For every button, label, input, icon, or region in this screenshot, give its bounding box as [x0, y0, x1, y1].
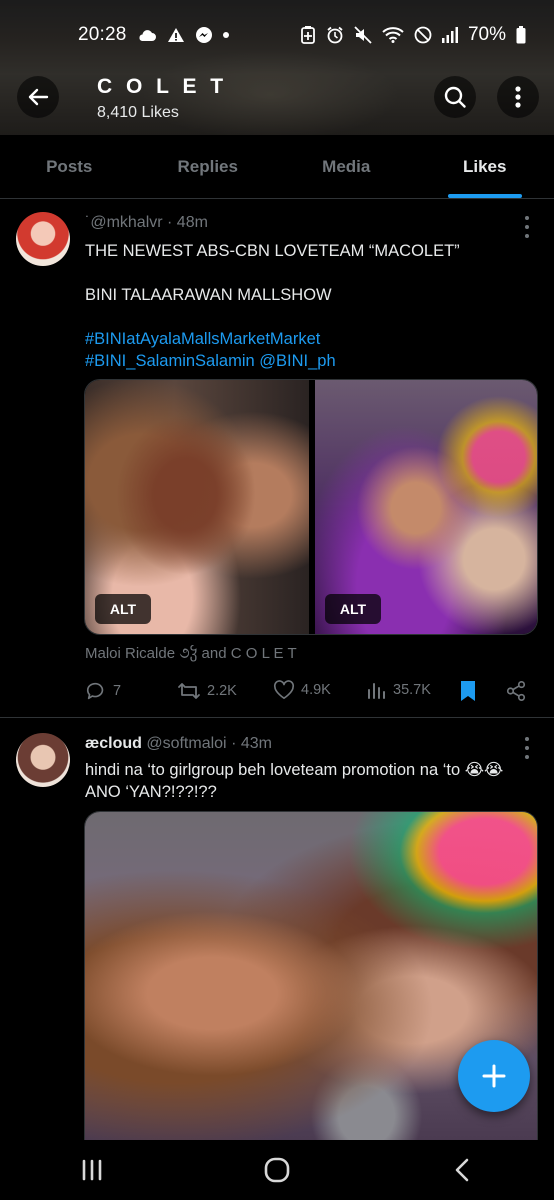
system-navigation-bar	[0, 1140, 554, 1200]
views-count: 35.7K	[393, 682, 431, 698]
vertical-dots-icon	[515, 86, 521, 108]
tweet-header: æcloud @softmaloi · 43m	[85, 735, 272, 753]
hashtag-link[interactable]: #BINI_SalaminSalamin	[85, 352, 255, 370]
nav-back-button[interactable]	[432, 1158, 492, 1182]
warning-icon	[167, 28, 184, 42]
tab-replies[interactable]: Replies	[139, 135, 278, 198]
recent-apps-button[interactable]	[62, 1159, 122, 1181]
mute-icon	[354, 26, 372, 44]
tweet-header: ˙@mkhalvr · 48m	[85, 214, 208, 232]
profile-header: C O L E T 8,410 Likes	[0, 62, 554, 132]
tab-posts[interactable]: Posts	[0, 135, 139, 198]
tweet-more-button[interactable]	[522, 216, 532, 238]
recent-apps-icon	[83, 1159, 102, 1181]
home-icon	[264, 1157, 290, 1183]
battery-percent: 70%	[467, 24, 506, 45]
repost-icon	[178, 683, 200, 699]
plus-icon	[482, 1064, 506, 1088]
views-icon	[368, 683, 385, 699]
tweet-media-grid: ALT ALT	[84, 379, 538, 635]
chevron-left-icon	[455, 1158, 468, 1182]
arrow-left-icon	[28, 88, 49, 106]
alarm-icon	[327, 26, 343, 44]
battery-saver-icon	[301, 26, 315, 44]
profile-tabs: Posts Replies Media Likes	[0, 135, 554, 199]
tab-media[interactable]: Media	[277, 135, 416, 198]
search-button[interactable]	[434, 76, 476, 118]
reply-icon	[86, 682, 104, 700]
repost-count: 2.2K	[207, 683, 237, 699]
tweet-time: · 43m	[231, 735, 272, 752]
liked-by-text[interactable]: Maloi Ricalde ૭ჴ and C O L E T	[85, 644, 297, 662]
like-count: 4.9K	[301, 682, 331, 698]
messenger-icon	[195, 27, 212, 43]
tweet-text-line-1: hindi na ‘to girlgroup beh loveteam prom…	[85, 761, 504, 779]
status-bar-right: 70%	[300, 24, 526, 46]
status-bar-left: 20:28	[78, 24, 229, 46]
tweet-image[interactable]: ALT	[85, 380, 309, 634]
likes-count: 8,410 Likes	[97, 104, 179, 121]
signal-icon	[441, 27, 458, 43]
tweet-text-line-2: ANO ‘YAN?!??!??	[85, 783, 217, 801]
tweet-display-name[interactable]: æcloud	[85, 735, 142, 752]
tweet-text-line-1: THE NEWEST ABS-CBN LOVETEAM “MACOLET”	[85, 242, 460, 260]
more-options-button[interactable]	[497, 76, 539, 118]
mention-link[interactable]: @BINI_ph	[259, 352, 335, 370]
repost-button[interactable]: 2.2K	[177, 680, 237, 702]
share-icon	[506, 681, 526, 701]
reply-button[interactable]: 7	[85, 680, 121, 702]
views-button[interactable]: 35.7K	[367, 680, 431, 700]
tweet[interactable]: ˙@mkhalvr · 48m THE NEWEST ABS-CBN LOVET…	[0, 200, 554, 718]
cloud-icon	[139, 30, 156, 41]
compose-button[interactable]	[458, 1040, 530, 1112]
tweet-text-line-2: BINI TALAARAWAN MALLSHOW	[85, 286, 332, 304]
tab-likes[interactable]: Likes	[416, 135, 554, 198]
tweet-more-button[interactable]	[522, 737, 532, 759]
tweet-image[interactable]: ALT	[315, 380, 537, 634]
reply-count: 7	[113, 683, 122, 699]
status-time: 20:28	[78, 24, 127, 45]
status-bar: 20:28 70%	[0, 0, 554, 70]
do-not-disturb-icon	[414, 26, 432, 44]
search-icon	[444, 86, 466, 108]
tweet-handle[interactable]: @softmaloi	[146, 735, 226, 752]
like-button[interactable]: 4.9K	[273, 680, 331, 700]
hashtag-link[interactable]: #BINIatAyalaMallsMarketMarket	[85, 328, 320, 350]
back-button[interactable]	[17, 76, 59, 118]
tweet-handle[interactable]: ˙@mkhalvr	[85, 214, 163, 231]
wifi-icon	[382, 27, 404, 43]
bookmark-filled-icon	[461, 681, 475, 701]
alt-badge[interactable]: ALT	[95, 594, 151, 624]
battery-icon	[516, 26, 526, 44]
share-button[interactable]	[505, 680, 527, 702]
profile-name: C O L E T	[97, 75, 228, 98]
tweet-links-line: #BINI_SalaminSalamin @BINI_ph	[85, 350, 336, 372]
dot-icon	[222, 32, 229, 38]
alt-badge[interactable]: ALT	[325, 594, 381, 624]
heart-icon	[273, 680, 295, 699]
tweet-time: · 48m	[167, 214, 208, 231]
home-button[interactable]	[247, 1157, 307, 1183]
avatar[interactable]	[16, 733, 70, 787]
bookmark-button[interactable]	[459, 680, 477, 702]
avatar[interactable]	[16, 212, 70, 266]
tweet-actions: 7 2.2K 4.9K 35.7K	[85, 680, 535, 708]
